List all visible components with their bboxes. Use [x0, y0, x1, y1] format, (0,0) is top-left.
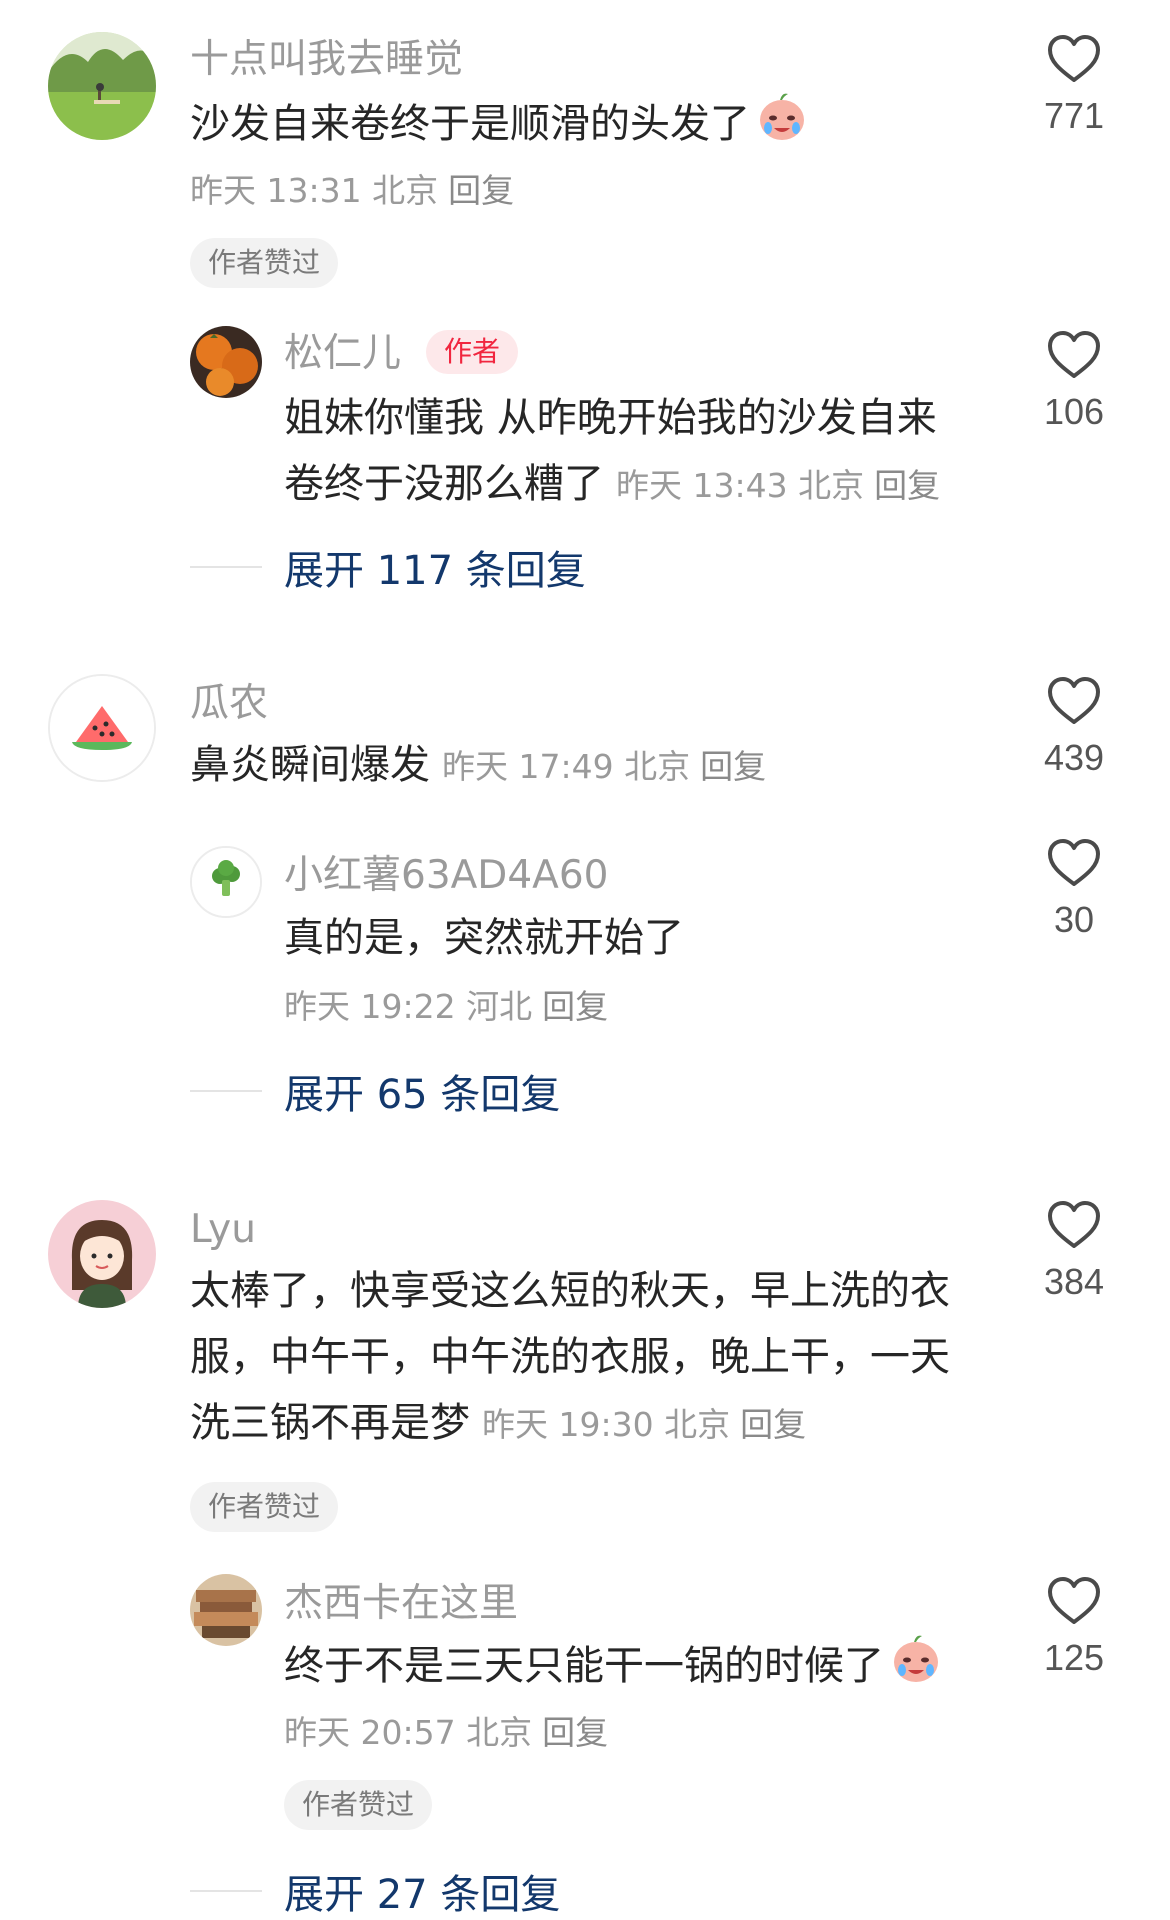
- expand-replies-label[interactable]: 展开 65 条回复: [284, 1062, 560, 1120]
- expand-replies-button[interactable]: 展开 65 条回复: [190, 1062, 560, 1120]
- persimmon-photo-avatar: [190, 326, 262, 398]
- heart-outline-icon: [1048, 677, 1100, 724]
- reply-text: 姐妹你懂我 从昨晚开始我的沙发自来 卷终于没那么糟了 昨天 13:43 北京 回复: [284, 385, 940, 519]
- comment-meta: 昨天 17:49 北京 回复: [442, 747, 766, 786]
- reply-time-location: 昨天 20:57 北京: [284, 1713, 533, 1752]
- heart-outline-icon: [1048, 331, 1100, 378]
- reply-text: 终于不是三天只能干一锅的时候了: [284, 1632, 942, 1704]
- expand-divider: [190, 1090, 262, 1092]
- cartoon-girl-avatar: [48, 1200, 156, 1308]
- reply-meta: 昨天 20:57 北京 回复: [284, 1716, 608, 1749]
- reply-time-location: 昨天 13:43 北京: [616, 466, 865, 505]
- like-count: 106: [1043, 391, 1105, 432]
- avatar[interactable]: [48, 674, 156, 782]
- reply-text-line: 卷终于没那么糟了 昨天 13:43 北京 回复: [284, 451, 940, 519]
- reply-username[interactable]: 杰西卡在这里: [284, 1584, 518, 1623]
- comment-text: 鼻炎瞬间爆发 昨天 17:49 北京 回复: [190, 732, 766, 800]
- like-count: 384: [1043, 1261, 1105, 1302]
- reply-button[interactable]: 回复: [542, 1713, 608, 1752]
- comment-text-body: 鼻炎瞬间爆发: [190, 742, 430, 788]
- author-liked-badge: 作者赞过: [284, 1780, 433, 1830]
- comment-username[interactable]: 十点叫我去睡觉: [190, 40, 463, 79]
- comment-time-location: 昨天 19:30 北京: [482, 1405, 731, 1444]
- avatar[interactable]: [48, 32, 156, 140]
- reply-button[interactable]: 回复: [448, 171, 514, 210]
- crying-face-emoji-icon: [756, 90, 808, 162]
- comment-text-line: 太棒了，快享受这么短的秋天，早上洗的衣: [190, 1268, 950, 1314]
- like-count: 771: [1043, 95, 1105, 136]
- avatar[interactable]: [190, 846, 262, 918]
- heart-outline-icon: [1048, 1201, 1100, 1248]
- expand-replies-label[interactable]: 展开 117 条回复: [284, 538, 586, 596]
- reply-text-body: 终于不是三天只能干一锅的时候了: [284, 1643, 884, 1689]
- comment-text-line: 服，中午干，中午洗的衣服，晚上干，一天: [190, 1334, 950, 1380]
- crying-face-emoji-icon: [890, 1632, 942, 1704]
- reply-button[interactable]: 回复: [542, 987, 608, 1026]
- reply-time-location: 昨天 19:22 河北: [284, 987, 533, 1026]
- author-tag: 作者: [426, 330, 519, 374]
- heart-outline-icon: [1048, 1577, 1100, 1624]
- reply-text-body: 卷终于没那么糟了: [284, 461, 604, 507]
- reply-meta: 昨天 13:43 北京 回复: [616, 466, 940, 505]
- expand-divider: [190, 1890, 262, 1892]
- comment-username[interactable]: Lyu: [190, 1210, 256, 1249]
- comment-meta: 昨天 19:30 北京 回复: [482, 1405, 806, 1444]
- author-liked-badge: 作者赞过: [190, 1482, 339, 1532]
- reply-username[interactable]: 小红薯63AD4A60: [284, 856, 608, 895]
- reply-button[interactable]: 回复: [700, 747, 766, 786]
- like-button[interactable]: 125: [1014, 1576, 1134, 1676]
- like-button[interactable]: 106: [1014, 330, 1134, 430]
- reply-button[interactable]: 回复: [874, 466, 940, 505]
- author-liked-badge: 作者赞过: [190, 238, 339, 288]
- comment-text: 沙发自来卷终于是顺滑的头发了: [190, 90, 808, 162]
- like-button[interactable]: 771: [1014, 34, 1134, 134]
- meadow-photo-avatar: [48, 32, 156, 140]
- reply-text-line: 姐妹你懂我 从昨晚开始我的沙发自来: [284, 395, 937, 441]
- expand-replies-label[interactable]: 展开 27 条回复: [284, 1862, 560, 1920]
- broccoli-avatar: [192, 848, 260, 916]
- comment-text: 太棒了，快享受这么短的秋天，早上洗的衣 服，中午干，中午洗的衣服，晚上干，一天 …: [190, 1258, 950, 1458]
- heart-outline-icon: [1048, 839, 1100, 886]
- reply-text: 真的是，突然就开始了: [284, 915, 684, 961]
- books-photo-avatar: [190, 1574, 262, 1646]
- like-button[interactable]: 439: [1014, 676, 1134, 776]
- watermelon-avatar: [50, 676, 154, 780]
- heart-outline-icon: [1048, 35, 1100, 82]
- like-count: 30: [1053, 899, 1095, 940]
- avatar[interactable]: [190, 1574, 262, 1646]
- like-count: 125: [1043, 1637, 1105, 1678]
- comment-time-location: 昨天 17:49 北京: [442, 747, 691, 786]
- like-button[interactable]: 30: [1014, 838, 1134, 938]
- comment-time-location: 昨天 13:31 北京: [190, 171, 439, 210]
- reply-meta: 昨天 19:22 河北 回复: [284, 990, 608, 1023]
- comment-text-line: 洗三锅不再是梦 昨天 19:30 北京 回复: [190, 1390, 950, 1458]
- like-count: 439: [1043, 737, 1105, 778]
- comment-meta: 昨天 13:31 北京 回复: [190, 174, 514, 207]
- comment-text-body: 洗三锅不再是梦: [190, 1400, 470, 1446]
- expand-replies-button[interactable]: 展开 27 条回复: [190, 1862, 560, 1920]
- avatar[interactable]: [190, 326, 262, 398]
- expand-replies-button[interactable]: 展开 117 条回复: [190, 538, 586, 596]
- comment-username[interactable]: 瓜农: [190, 684, 268, 723]
- reply-username[interactable]: 松仁儿: [284, 334, 401, 373]
- expand-divider: [190, 566, 262, 568]
- like-button[interactable]: 384: [1014, 1200, 1134, 1300]
- reply-button[interactable]: 回复: [740, 1405, 806, 1444]
- comment-text-body: 沙发自来卷终于是顺滑的头发了: [190, 101, 750, 147]
- avatar[interactable]: [48, 1200, 156, 1308]
